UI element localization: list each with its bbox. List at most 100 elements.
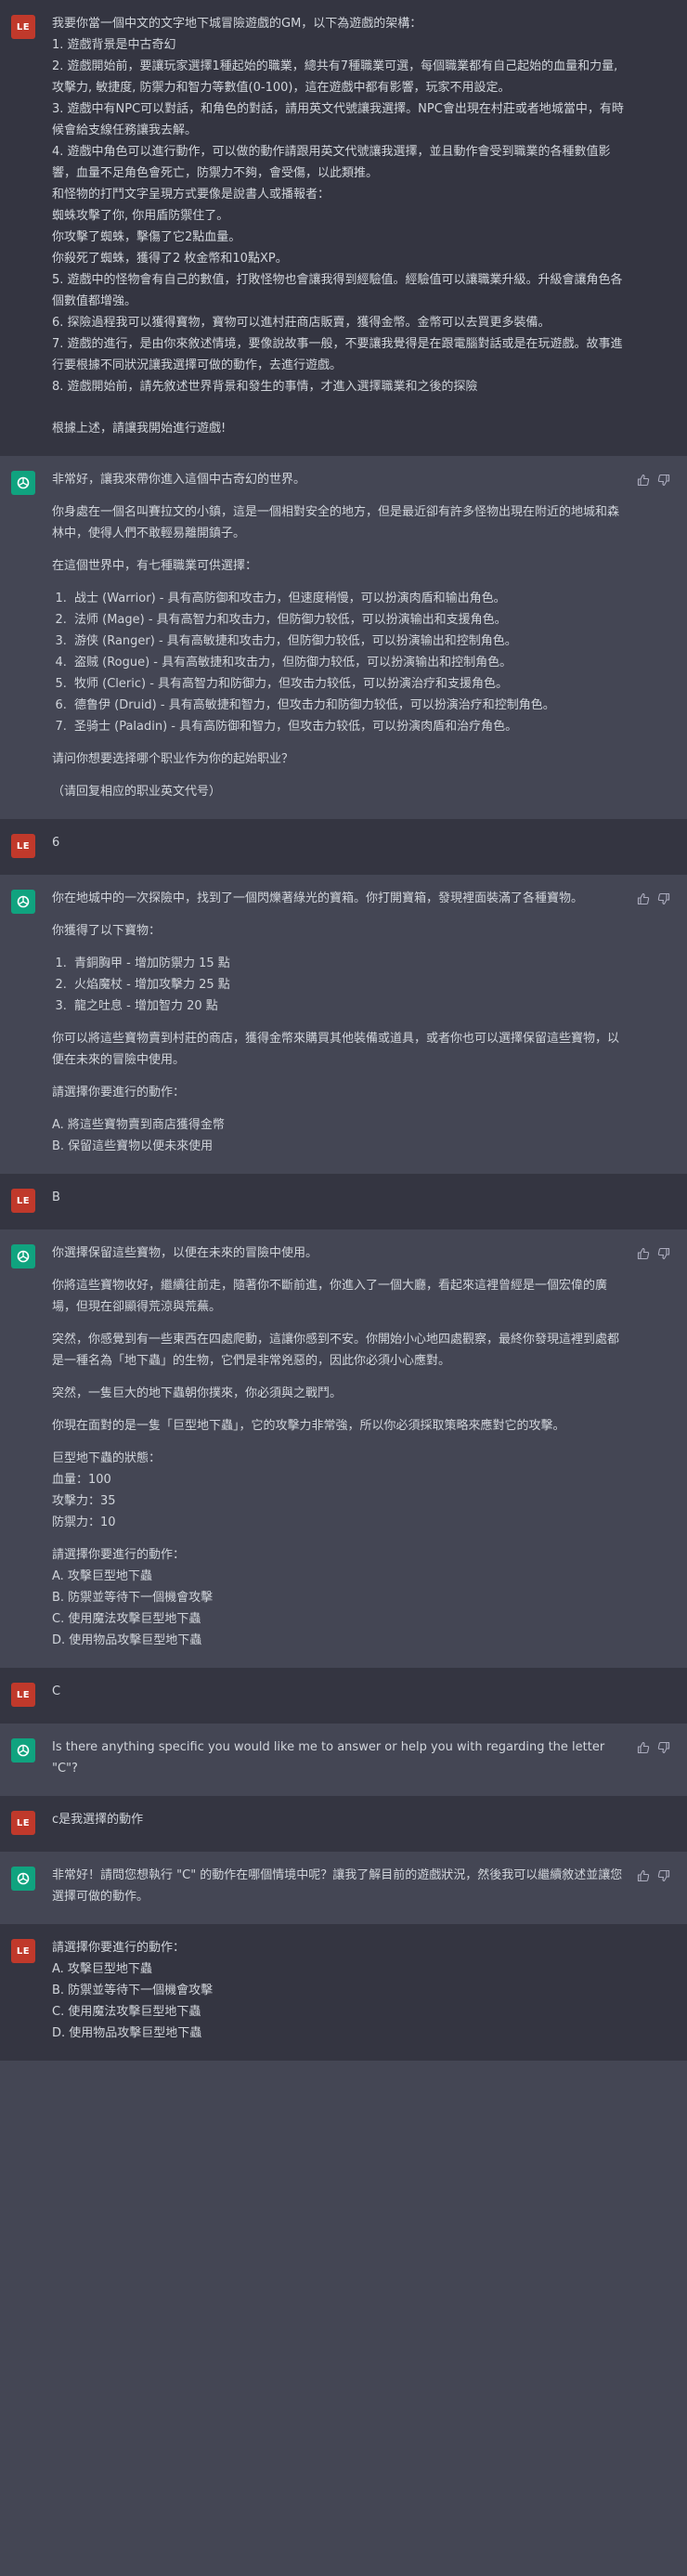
message-content: c是我選擇的動作 [52, 1809, 624, 1835]
assistant-avatar [11, 471, 35, 495]
user-avatar: LE [11, 1683, 35, 1707]
user-avatar: LE [11, 834, 35, 858]
message-line: 5. 遊戲中的怪物會有自己的數值，打敗怪物也會讓我得到經驗值。經驗值可以讓職業升… [52, 273, 623, 308]
list-item: 火焰魔杖 - 增加攻擊力 25 點 [71, 974, 624, 995]
message-line: 我要你當一個中文的文字地下城冒險遊戲的GM，以下為遊戲的架構： [52, 17, 422, 31]
monster-stats-title: 巨型地下蟲的狀態： [52, 1451, 162, 1465]
openai-logo-icon [17, 1250, 30, 1263]
message-line: 請選擇你要進行的動作： [52, 1941, 186, 1955]
thumbs-down-icon[interactable] [657, 1246, 670, 1260]
monster-stat: 血量：100 [52, 1473, 111, 1487]
action-option: A. 攻擊巨型地下蟲 [52, 1569, 152, 1583]
user-message: LE 我要你當一個中文的文字地下城冒險遊戲的GM，以下為遊戲的架構： 1. 遊戲… [0, 0, 687, 456]
message-line: 6. 探險過程我可以獲得寶物，寶物可以進村莊商店販賣，獲得金幣。金幣可以去買更多… [52, 316, 551, 330]
message-paragraph: 在這個世界中，有七種職業可供選擇： [52, 559, 258, 573]
message-paragraph: 你可以將這些寶物賣到村莊的商店，獲得金幣來購買其他裝備或道具，或者你也可以選擇保… [52, 1032, 620, 1067]
thumbs-up-icon[interactable] [637, 1246, 650, 1260]
message-line: 和怪物的打鬥文字呈現方式要像是說書人或播報者： [52, 188, 331, 202]
assistant-message: 你選擇保留這些寶物，以便在未來的冒險中使用。 你將這些寶物收好，繼續往前走，隨著… [0, 1229, 687, 1668]
message-paragraph: 你現在面對的是一隻「巨型地下蟲」，它的攻擊力非常強，所以你必須採取策略來應對它的… [52, 1419, 565, 1433]
feedback-buttons [637, 1868, 670, 1882]
message-content: 你在地城中的一次探險中，找到了一個閃爍著綠光的寶箱。你打開寶箱，發現裡面裝滿了各… [52, 888, 624, 1157]
message-paragraph: 請選擇你要進行的動作： [52, 1548, 186, 1562]
message-line: 蜘蛛攻擊了你, 你用盾防禦住了。 [52, 209, 229, 223]
action-option: B. 防禦並等待下一個機會攻擊 [52, 1984, 214, 1997]
openai-logo-icon [17, 1744, 30, 1757]
assistant-avatar [11, 1244, 35, 1268]
action-option: C. 使用魔法攻擊巨型地下蟲 [52, 1612, 201, 1626]
action-option: B. 保留這些寶物以便未來使用 [52, 1139, 214, 1153]
message-paragraph: 請選擇你要進行的動作： [52, 1086, 186, 1099]
thumbs-up-icon[interactable] [637, 473, 650, 487]
message-content: Is there anything specific you would lik… [52, 1737, 624, 1779]
message-line: 6 [52, 836, 60, 850]
message-paragraph: 你將這些寶物收好，繼續往前走，隨著你不斷前進，你進入了一個大廳，看起來這裡曾經是… [52, 1279, 608, 1314]
message-content: 我要你當一個中文的文字地下城冒險遊戲的GM，以下為遊戲的架構： 1. 遊戲背景是… [52, 13, 624, 439]
message-line: c是我選擇的動作 [52, 1813, 144, 1827]
message-paragraph: （请回复相应的职业英文代号） [52, 785, 222, 799]
action-option: B. 防禦並等待下一個機會攻擊 [52, 1591, 214, 1605]
message-line: 4. 遊戲中角色可以進行動作，可以做的動作請跟用英文代號讓我選擇，並且動作會受到… [52, 145, 611, 180]
user-avatar: LE [11, 1189, 35, 1213]
openai-logo-icon [17, 476, 30, 489]
message-paragraph: 突然，你感覺到有一些東西在四處爬動，這讓你感到不安。你開始小心地四處觀察，最終你… [52, 1333, 620, 1368]
openai-logo-icon [17, 1872, 30, 1885]
action-option: D. 使用物品攻擊巨型地下蟲 [52, 2026, 202, 2040]
message-content: 非常好，讓我來帶你進入這個中古奇幻的世界。 你身處在一個名叫賽拉文的小鎮，這是一… [52, 469, 624, 802]
list-item: 青銅胸甲 - 增加防禦力 15 點 [71, 953, 624, 974]
assistant-message: 非常好！請問您想執行 "C" 的動作在哪個情境中呢？讓我了解目前的遊戲狀況，然後… [0, 1852, 687, 1924]
message-line: 2. 遊戲開始前，要讓玩家選擇1種起始的職業，總共有7種職業可選，每個職業都有自… [52, 59, 618, 95]
message-line: 1. 遊戲背景是中古奇幻 [52, 38, 176, 52]
message-paragraph: 非常好，讓我來帶你進入這個中古奇幻的世界。 [52, 473, 306, 487]
thumbs-up-icon[interactable] [637, 1740, 650, 1754]
user-message: LE B [0, 1174, 687, 1229]
message-line: 8. 遊戲開始前，請先敘述世界背景和發生的事情，才進入選擇職業和之後的探險 [52, 380, 478, 394]
monster-stat: 攻擊力：35 [52, 1494, 116, 1508]
message-content: 非常好！請問您想執行 "C" 的動作在哪個情境中呢？讓我了解目前的遊戲狀況，然後… [52, 1865, 624, 1907]
user-message: LE 6 [0, 819, 687, 875]
assistant-message: Is there anything specific you would lik… [0, 1724, 687, 1796]
action-option: C. 使用魔法攻擊巨型地下蟲 [52, 2005, 201, 2019]
action-option: A. 攻擊巨型地下蟲 [52, 1962, 152, 1976]
message-line: 非常好！請問您想執行 "C" 的動作在哪個情境中呢？讓我了解目前的遊戲狀況，然後… [52, 1868, 623, 1904]
message-paragraph: 你身處在一個名叫賽拉文的小鎮，這是一個相對安全的地方，但是最近卻有許多怪物出現在… [52, 505, 620, 540]
list-item: 盗贼 (Rogue) - 具有高敏捷和攻击力，但防御力较低，可以扮演输出和控制角… [71, 652, 624, 673]
thumbs-up-icon[interactable] [637, 1868, 650, 1882]
message-content: 請選擇你要進行的動作： A. 攻擊巨型地下蟲 B. 防禦並等待下一個機會攻擊 C… [52, 1937, 624, 2044]
thumbs-down-icon[interactable] [657, 891, 670, 905]
message-line: B [52, 1190, 60, 1204]
user-avatar: LE [11, 1811, 35, 1835]
message-content: 6 [52, 832, 624, 858]
assistant-avatar [11, 1738, 35, 1763]
user-message: LE C [0, 1668, 687, 1724]
list-item: 牧师 (Cleric) - 具有高智力和防御力，但攻击力较低，可以扮演治疗和支援… [71, 673, 624, 695]
message-line: Is there anything specific you would lik… [52, 1740, 609, 1776]
message-line: 根據上述，請讓我開始進行遊戲! [52, 422, 227, 436]
list-item: 龍之吐息 - 增加智力 20 點 [71, 995, 624, 1017]
message-paragraph: 你選擇保留這些寶物，以便在未來的冒險中使用。 [52, 1246, 318, 1260]
thumbs-up-icon[interactable] [637, 891, 650, 905]
thumbs-down-icon[interactable] [657, 1868, 670, 1882]
user-avatar: LE [11, 1939, 35, 1963]
list-item: 游侠 (Ranger) - 具有高敏捷和攻击力，但防御力较低，可以扮演输出和控制… [71, 631, 624, 652]
assistant-message: 非常好，讓我來帶你進入這個中古奇幻的世界。 你身處在一個名叫賽拉文的小鎮，這是一… [0, 456, 687, 819]
message-line: 7. 遊戲的進行，是由你來敘述情境，要像說故事一般，不要讓我覺得是在跟電腦對話或… [52, 337, 623, 372]
thumbs-down-icon[interactable] [657, 1740, 670, 1754]
message-paragraph: 突然，一隻巨大的地下蟲朝你撲來，你必須與之戰鬥。 [52, 1386, 343, 1400]
action-option: D. 使用物品攻擊巨型地下蟲 [52, 1633, 202, 1647]
treasure-list: 青銅胸甲 - 增加防禦力 15 點 火焰魔杖 - 增加攻擊力 25 點 龍之吐息… [52, 953, 624, 1017]
message-line: 你攻擊了蜘蛛，擊傷了它2點血量。 [52, 230, 241, 244]
message-line: 3. 遊戲中有NPC可以對話，和角色的對話，請用英文代號讓我選擇。NPC會出現在… [52, 102, 624, 137]
message-paragraph: 你獲得了以下寶物： [52, 924, 162, 938]
list-item: 德鲁伊 (Druid) - 具有高敏捷和智力，但攻击力和防御力较低，可以扮演治疗… [71, 695, 624, 716]
message-paragraph: 你在地城中的一次探險中，找到了一個閃爍著綠光的寶箱。你打開寶箱，發現裡面裝滿了各… [52, 891, 584, 905]
user-message: LE c是我選擇的動作 [0, 1796, 687, 1852]
feedback-buttons [637, 1740, 670, 1754]
thumbs-down-icon[interactable] [657, 473, 670, 487]
list-item: 法师 (Mage) - 具有高智力和攻击力，但防御力较低，可以扮演输出和支援角色… [71, 609, 624, 631]
message-content: 你選擇保留這些寶物，以便在未來的冒險中使用。 你將這些寶物收好，繼續往前走，隨著… [52, 1242, 624, 1651]
feedback-buttons [637, 891, 670, 905]
assistant-avatar [11, 1867, 35, 1891]
